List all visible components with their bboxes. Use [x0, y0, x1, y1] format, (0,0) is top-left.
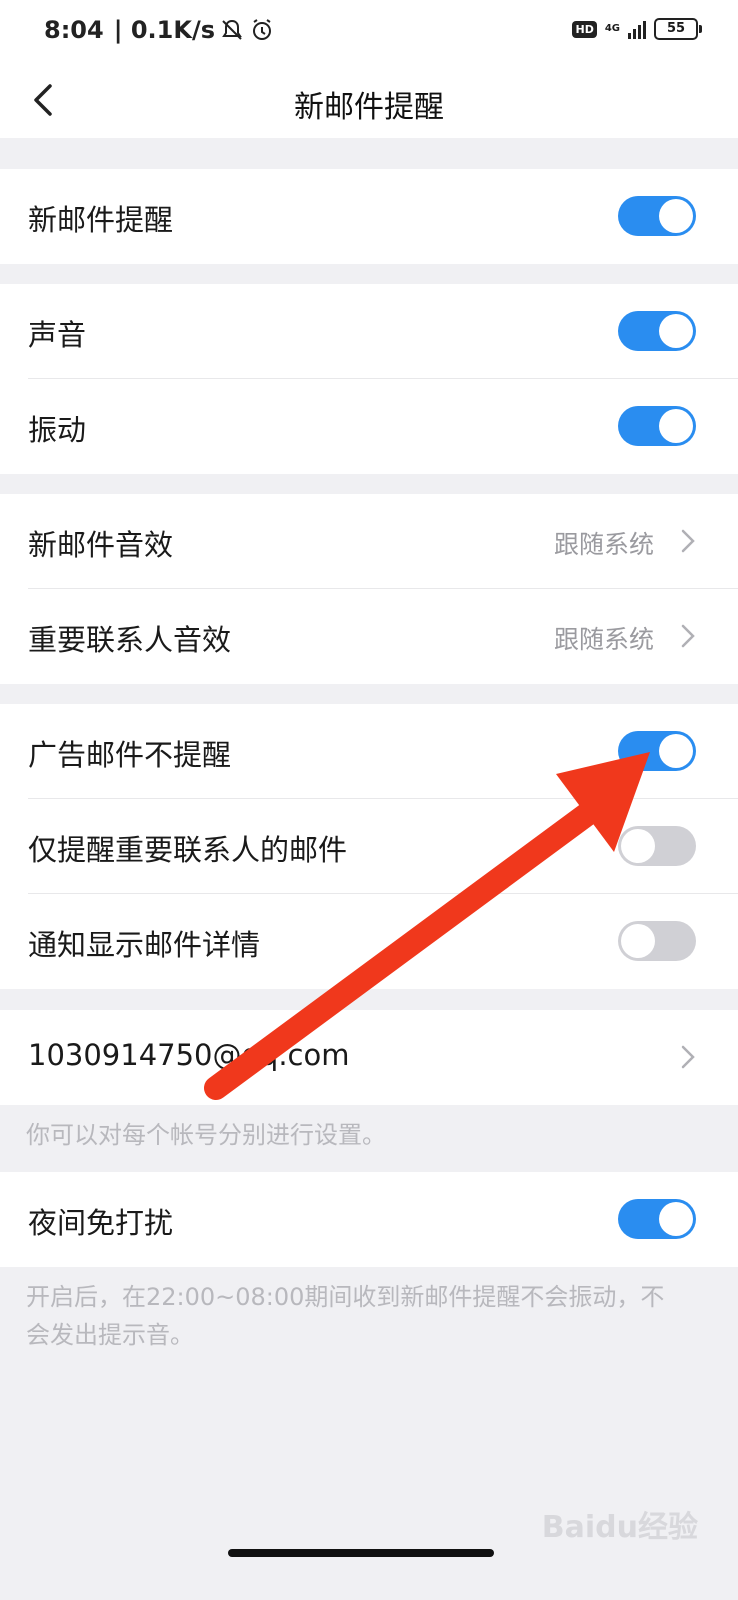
annotation-arrow-icon: [204, 752, 650, 1100]
home-indicator[interactable]: [228, 1549, 494, 1557]
watermark: Baidu经验: [541, 1510, 698, 1545]
